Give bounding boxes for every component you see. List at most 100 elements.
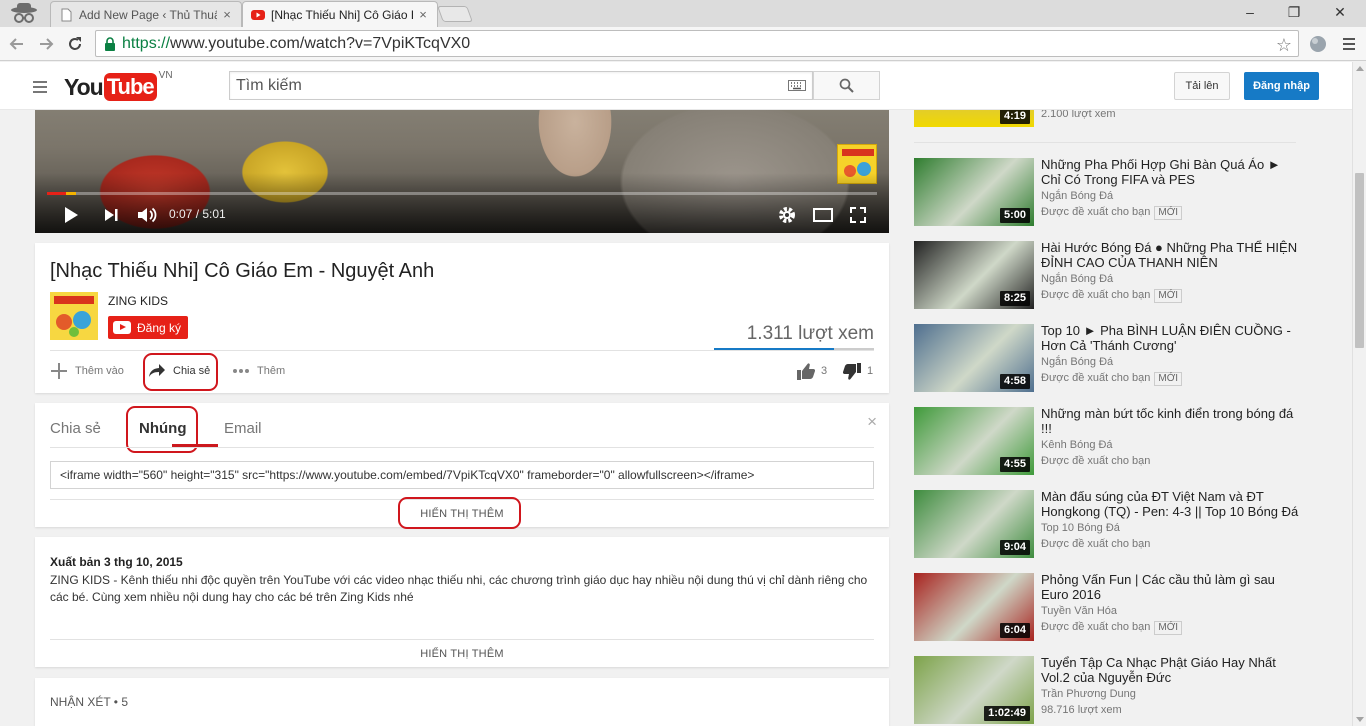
video-channel[interactable]: Tuyền Văn Hóa (1041, 604, 1117, 618)
volume-icon (138, 207, 157, 223)
scrollbar-thumb[interactable] (1355, 173, 1364, 348)
dislike-button[interactable]: 1 (843, 361, 873, 381)
reload-button[interactable] (63, 32, 87, 56)
lock-icon (105, 36, 115, 51)
recommend-text: Được đề xuất cho bạn (1041, 621, 1151, 633)
description-card: Xuất bản 3 thg 10, 2015 ZING KIDS - Kênh… (35, 537, 889, 667)
channel-avatar[interactable] (50, 292, 98, 340)
related-video-item[interactable]: 5:00 Những Pha Phối Hợp Ghi Bàn Quá Áo ►… (914, 157, 1314, 228)
publish-date: Xuất bản 3 thg 10, 2015 (50, 555, 183, 569)
tab-close-icon[interactable]: × (417, 7, 429, 22)
reload-icon (69, 37, 81, 50)
progress-bar[interactable] (47, 192, 877, 195)
close-share-icon[interactable]: × (867, 412, 877, 432)
volume-button[interactable] (135, 205, 159, 225)
more-dots-icon (233, 369, 249, 373)
channel-name[interactable]: ZING KIDS (108, 294, 168, 308)
video-channel[interactable]: Ngắn Bóng Đá (1041, 355, 1113, 369)
fullscreen-button[interactable] (847, 205, 869, 225)
address-bar[interactable]: https://www.youtube.com/watch?v=7VpiKTcq… (95, 30, 1299, 57)
bookmark-star-icon[interactable]: ☆ (1276, 35, 1292, 56)
tab-title: [Nhạc Thiếu Nhi] Cô Giáo Em (271, 7, 413, 22)
subscribe-button[interactable]: Đăng ký (108, 316, 188, 339)
recommend-text: Được đề xuất cho bạn (1041, 372, 1151, 384)
restore-button[interactable]: ❐ (1274, 0, 1314, 24)
video-meta: Được đề xuất cho bạn (1041, 537, 1150, 551)
related-video-item[interactable]: 9:04 Màn đấu súng của ĐT Việt Nam và ĐT … (914, 489, 1314, 560)
back-button[interactable] (5, 32, 29, 56)
description-show-more-button[interactable]: HIỂN THỊ THÊM (35, 648, 889, 660)
next-button[interactable] (101, 205, 121, 225)
video-duration: 4:19 (999, 109, 1030, 124)
play-button[interactable] (61, 205, 81, 225)
theater-mode-button[interactable] (811, 205, 835, 225)
video-channel[interactable]: Top 10 Bóng Đá (1041, 521, 1120, 535)
video-thumbnail: 9:04 (914, 490, 1034, 558)
embed-code-field[interactable]: <iframe width="560" height="315" src="ht… (50, 461, 874, 489)
browser-tab-bar: Add New Page ‹ Thủ Thuật × [Nhạc Thiếu N… (0, 0, 1366, 27)
thumbs-down-icon (843, 362, 861, 380)
browser-toolbar: https://www.youtube.com/watch?v=7VpiKTcq… (0, 27, 1366, 61)
sidebar-separator (914, 142, 1296, 143)
info-divider (50, 350, 874, 351)
keyboard-icon[interactable] (788, 80, 806, 91)
related-video-item[interactable]: 8:25 Hài Hước Bóng Đá ● Những Pha THỂ HI… (914, 240, 1314, 311)
more-button[interactable]: Thêm (232, 361, 285, 381)
youtube-favicon-icon (251, 9, 265, 20)
new-tab-button[interactable] (437, 6, 473, 22)
settings-button[interactable] (776, 205, 798, 225)
comments-card: NHẬN XÉT • 5 (35, 678, 889, 726)
scroll-down-icon[interactable] (1356, 717, 1364, 722)
tab-share[interactable]: Chia sẻ (50, 420, 101, 437)
forward-button[interactable] (34, 32, 58, 56)
youtube-play-icon (113, 321, 131, 334)
show-more-highlight (398, 497, 521, 529)
description-divider (50, 639, 874, 640)
tab-email[interactable]: Email (224, 420, 262, 437)
add-to-button[interactable]: Thêm vào (50, 361, 124, 381)
video-channel[interactable]: Trần Phương Dung (1041, 687, 1136, 701)
video-duration: 5:00 (999, 208, 1030, 223)
recommend-text: Được đề xuất cho bạn (1041, 206, 1151, 218)
page-scrollbar[interactable] (1352, 62, 1366, 726)
video-title: [Nhạc Thiếu Nhi] Cô Giáo Em - Nguyệt Anh (50, 260, 435, 282)
video-meta: Được đề xuất cho bạn MỚI (1041, 620, 1183, 635)
tab-add-new-page[interactable]: Add New Page ‹ Thủ Thuật × (50, 1, 242, 27)
search-button[interactable] (813, 71, 880, 100)
incognito-icon (11, 3, 37, 23)
related-video-item[interactable]: 4:55 Những màn bứt tốc kinh điển trong b… (914, 406, 1314, 477)
progress-buffered (66, 192, 77, 195)
video-meta: Được đề xuất cho bạn MỚI (1041, 371, 1183, 386)
close-window-button[interactable]: ✕ (1320, 0, 1360, 24)
video-channel[interactable]: Kênh Bóng Đá (1041, 438, 1113, 452)
tab-close-icon[interactable]: × (221, 7, 233, 22)
youtube-masthead: YouTubeVN Tải lên Đăng nhập (0, 62, 1352, 110)
related-video-item[interactable]: 6:04 Phỏng Vấn Fun | Các cầu thủ làm gì … (914, 572, 1314, 643)
like-button[interactable]: 3 (797, 361, 827, 381)
scroll-up-icon[interactable] (1356, 66, 1364, 71)
thumbs-up-icon (797, 362, 815, 380)
video-duration: 6:04 (999, 623, 1030, 638)
related-video-item[interactable]: 4:58 Top 10 ► Pha BÌNH LUẬN ĐIÊN CUỒNG -… (914, 323, 1314, 394)
signin-button[interactable]: Đăng nhập (1244, 72, 1319, 100)
video-thumbnail: 8:25 (914, 241, 1034, 309)
recommend-text: Được đề xuất cho bạn (1041, 455, 1151, 467)
related-video-item[interactable]: 1:02:49 Tuyển Tập Ca Nhạc Phật Giáo Hay … (914, 655, 1314, 726)
search-input[interactable] (230, 72, 770, 99)
guide-menu-icon[interactable] (33, 80, 49, 94)
minimize-button[interactable]: – (1230, 0, 1270, 24)
tab-youtube-video[interactable]: [Nhạc Thiếu Nhi] Cô Giáo Em × (242, 1, 438, 27)
view-count: 1.311 lượt xem (746, 323, 874, 344)
video-channel[interactable]: Ngắn Bóng Đá (1041, 272, 1113, 286)
menu-icon[interactable] (1338, 33, 1360, 55)
url-host-path: www.youtube.com/watch?v=7VpiKTcqVX0 (170, 34, 471, 52)
upload-button[interactable]: Tải lên (1174, 72, 1230, 100)
video-thumbnail: 4:58 (914, 324, 1034, 392)
video-title: Top 10 ► Pha BÌNH LUẬN ĐIÊN CUỒNG - Hơn … (1041, 323, 1291, 353)
extension-globe-icon[interactable] (1307, 33, 1329, 55)
youtube-logo[interactable]: You Tube VN (64, 70, 173, 102)
view-count-text: 98.716 lượt xem (1041, 704, 1122, 716)
video-thumbnail: 4:55 (914, 407, 1034, 475)
description-text: ZING KIDS - Kênh thiếu nhi độc quyền trê… (50, 573, 868, 604)
video-channel[interactable]: Ngắn Bóng Đá (1041, 189, 1113, 203)
